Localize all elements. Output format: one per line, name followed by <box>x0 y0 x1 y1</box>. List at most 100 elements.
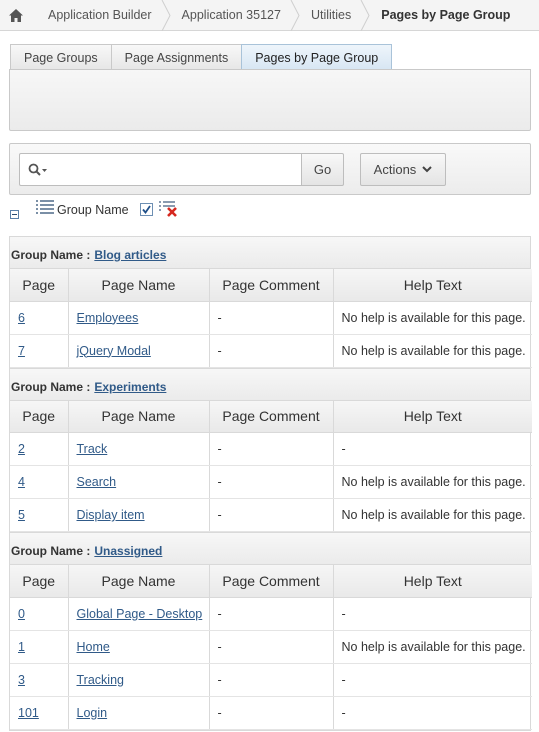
chevron-down-icon <box>422 166 433 173</box>
page-name-link[interactable]: Track <box>77 442 108 456</box>
table-row: 2 Track - - <box>10 432 532 466</box>
table-cell: 3 <box>10 663 69 697</box>
page-name-link[interactable]: Global Page - Desktop <box>77 607 203 621</box>
table-cell: Display item <box>68 498 210 532</box>
breadcrumb-item-application-builder[interactable]: Application Builder <box>32 0 171 31</box>
search-input[interactable] <box>19 153 302 186</box>
page-number-link[interactable]: 1 <box>18 640 25 654</box>
table-cell: Search <box>68 465 210 499</box>
help-text-cell: No help is available for this page. <box>341 508 526 522</box>
page-number-link[interactable]: 101 <box>18 706 39 720</box>
help-text-cell: No help is available for this page. <box>341 343 526 358</box>
page-comment-cell: - <box>217 442 222 456</box>
breadcrumb-label: Application Builder <box>48 8 152 22</box>
page-name-link[interactable]: Search <box>77 475 117 489</box>
actions-menu-button[interactable]: Actions <box>360 153 446 186</box>
go-button[interactable]: Go <box>301 153 344 186</box>
group-prefix: Group Name : <box>11 379 91 394</box>
column-header-page-name[interactable]: Page Name <box>68 565 210 598</box>
control-break-checkbox[interactable] <box>140 203 153 216</box>
column-header-page-comment[interactable]: Page Comment <box>209 400 334 433</box>
page-number-link[interactable]: 7 <box>18 344 25 358</box>
table-cell: No help is available for this page. <box>333 301 532 335</box>
table-cell: - <box>209 301 334 335</box>
table-cell: - <box>209 696 334 730</box>
table-cell: - <box>333 597 532 631</box>
column-header-page-comment[interactable]: Page Comment <box>209 269 334 302</box>
page-name-link[interactable]: Tracking <box>77 673 124 687</box>
table-cell: - <box>209 465 334 499</box>
table-cell: No help is available for this page. <box>333 498 532 532</box>
group-name-link[interactable]: Blog articles <box>94 248 166 262</box>
group-header-unassigned: Group Name : Unassigned <box>10 532 530 565</box>
page-number-link[interactable]: 4 <box>18 475 25 489</box>
page-number-link[interactable]: 6 <box>18 311 25 325</box>
home-icon[interactable] <box>0 0 32 30</box>
column-header-help-text[interactable]: Help Text <box>333 269 532 302</box>
column-header-page-name[interactable]: Page Name <box>68 269 210 302</box>
table-cell: - <box>209 663 334 697</box>
table-row: 101 Login - - <box>10 696 532 730</box>
column-header-page-name[interactable]: Page Name <box>68 400 210 433</box>
table-cell: No help is available for this page. <box>333 465 532 499</box>
group-name-link[interactable]: Unassigned <box>94 544 162 558</box>
page-comment-cell: - <box>217 672 222 687</box>
page-name-link[interactable]: jQuery Modal <box>77 344 151 358</box>
breadcrumb-item-utilities[interactable]: Utilities <box>295 0 370 31</box>
help-text-cell: No help is available for this page. <box>341 639 526 654</box>
tab-page-groups[interactable]: Page Groups <box>10 44 112 70</box>
search-icon[interactable] <box>28 163 48 177</box>
help-text-cell: - <box>341 705 346 720</box>
breadcrumb: Application Builder Application 35127 Ut… <box>0 0 539 31</box>
page-number-link[interactable]: 3 <box>18 673 25 687</box>
tab-page-assignments[interactable]: Page Assignments <box>110 44 243 70</box>
page-comment-cell: - <box>217 705 222 720</box>
table-cell: jQuery Modal <box>68 334 210 368</box>
collapse-icon[interactable] <box>10 210 19 219</box>
tab-panel <box>9 69 531 131</box>
page-comment-cell: - <box>217 343 222 358</box>
group-prefix: Group Name : <box>11 544 91 558</box>
table-cell: - <box>333 663 532 697</box>
help-text-cell: - <box>341 606 346 621</box>
page-name-link[interactable]: Employees <box>77 311 139 325</box>
page-number-link[interactable]: 5 <box>18 508 25 522</box>
column-header-page[interactable]: Page <box>10 565 69 598</box>
table-row: 1 Home - No help is available for this page… <box>10 630 532 664</box>
actions-label: Actions <box>373 162 417 177</box>
table-cell: Track <box>68 432 210 466</box>
table-cell: No help is available for this page. <box>333 334 532 368</box>
column-header-help-text[interactable]: Help Text <box>333 565 532 598</box>
help-text-cell: - <box>341 442 346 456</box>
group-prefix: Group Name : <box>11 248 91 262</box>
column-header-page-comment[interactable]: Page Comment <box>209 565 334 598</box>
remove-filter-icon[interactable] <box>159 200 179 218</box>
page-number-link[interactable]: 0 <box>18 607 25 621</box>
page-comment-cell: - <box>217 639 222 654</box>
breadcrumb-current: Pages by Page Group <box>381 8 511 22</box>
table-cell: - <box>209 630 334 664</box>
group-name-link[interactable]: Experiments <box>94 380 166 394</box>
checkmark-icon <box>142 205 151 214</box>
page-name-link[interactable]: Home <box>77 640 110 654</box>
page-name-link[interactable]: Login <box>77 706 108 720</box>
page-number-link[interactable]: 2 <box>18 442 25 456</box>
table-cell: - <box>209 432 334 466</box>
table-cell: 1 <box>10 630 69 664</box>
breadcrumb-item-application[interactable]: Application 35127 <box>166 0 300 31</box>
page-name-link[interactable]: Display item <box>77 508 145 522</box>
table-cell: Global Page - Desktop <box>68 597 210 631</box>
column-header-help-text[interactable]: Help Text <box>333 400 532 433</box>
page-comment-cell: - <box>217 508 222 522</box>
report-table: Page Page Name Page Comment Help Text 2 Track… <box>10 400 532 532</box>
table-row: 0 Global Page - Desktop - - <box>10 597 532 631</box>
page-comment-cell: - <box>217 310 222 325</box>
tab-pages-by-page-group[interactable]: Pages by Page Group <box>241 44 393 70</box>
table-cell: - <box>333 432 532 466</box>
column-header-page[interactable]: Page <box>10 269 69 302</box>
report-region: Group Name : Blog articles Page Page Name Pa… <box>9 236 532 731</box>
page-comment-cell: - <box>217 475 222 489</box>
column-header-page[interactable]: Page <box>10 400 69 433</box>
table-cell: Login <box>68 696 210 730</box>
help-text-cell: No help is available for this page. <box>341 310 526 325</box>
